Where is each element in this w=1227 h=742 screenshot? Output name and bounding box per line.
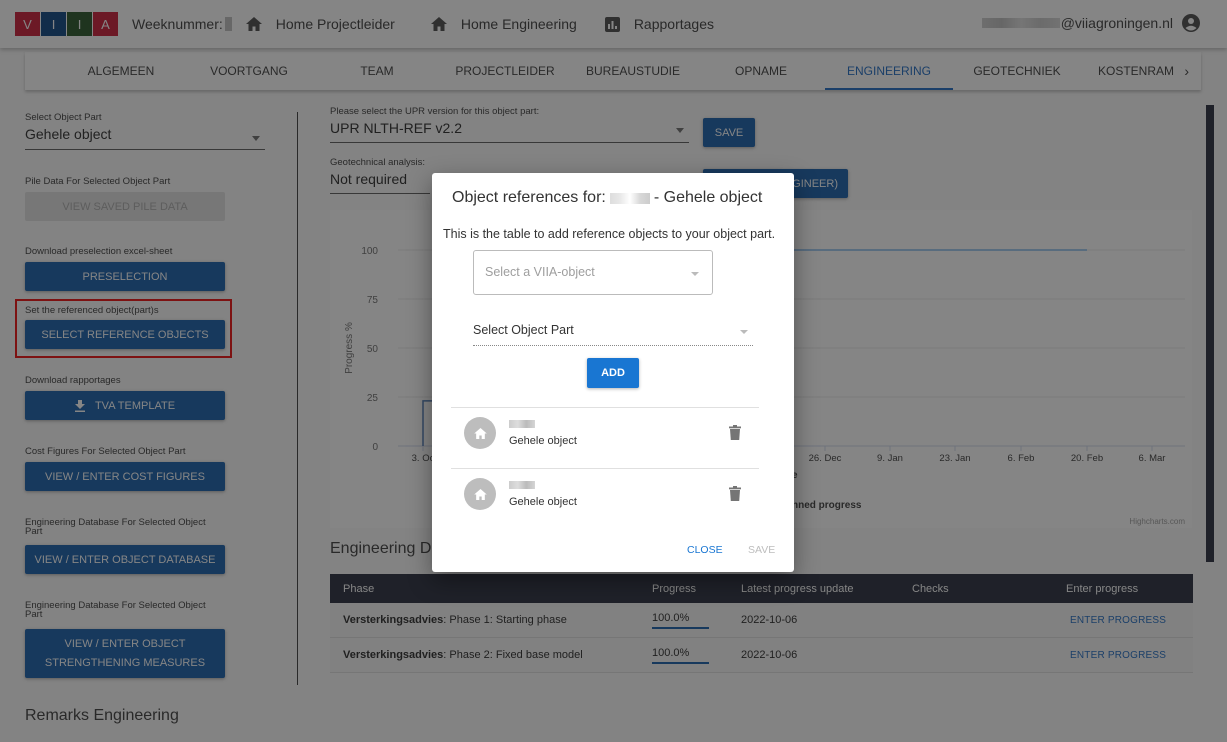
- dialog-subtitle: This is the table to add reference objec…: [443, 227, 776, 241]
- home-icon: [473, 488, 487, 500]
- add-reference-button[interactable]: ADD: [587, 358, 639, 388]
- reference-list: Gehele object Gehele object: [451, 407, 759, 529]
- viia-object-placeholder: Select a VIIA-object: [485, 265, 595, 279]
- reference-part: Gehele object: [509, 496, 577, 508]
- avatar: [464, 478, 496, 510]
- reference-part: Gehele object: [509, 435, 577, 447]
- object-name-redacted: [609, 192, 650, 204]
- dialog-title: Object references for: - Gehele object: [452, 189, 762, 207]
- dialog-title-suffix: - Gehele object: [653, 189, 763, 206]
- close-button[interactable]: CLOSE: [687, 544, 723, 556]
- reference-name-redacted: [509, 481, 535, 489]
- list-item: Gehele object: [451, 468, 759, 529]
- chevron-down-icon: [691, 272, 699, 276]
- reference-name-redacted: [509, 420, 535, 428]
- avatar: [464, 417, 496, 449]
- dialog-title-prefix: Object references for:: [452, 189, 606, 206]
- delete-icon[interactable]: [729, 486, 741, 501]
- object-part-select-dialog[interactable]: Select Object Part: [473, 323, 753, 346]
- save-button[interactable]: SAVE: [748, 544, 775, 556]
- object-part-placeholder: Select Object Part: [473, 323, 574, 337]
- home-icon: [473, 427, 487, 439]
- object-references-dialog: Object references for: - Gehele object T…: [432, 173, 794, 572]
- chevron-down-icon: [740, 330, 748, 334]
- delete-icon[interactable]: [729, 425, 741, 440]
- list-item: Gehele object: [451, 407, 759, 468]
- viia-object-select[interactable]: Select a VIIA-object: [473, 250, 713, 295]
